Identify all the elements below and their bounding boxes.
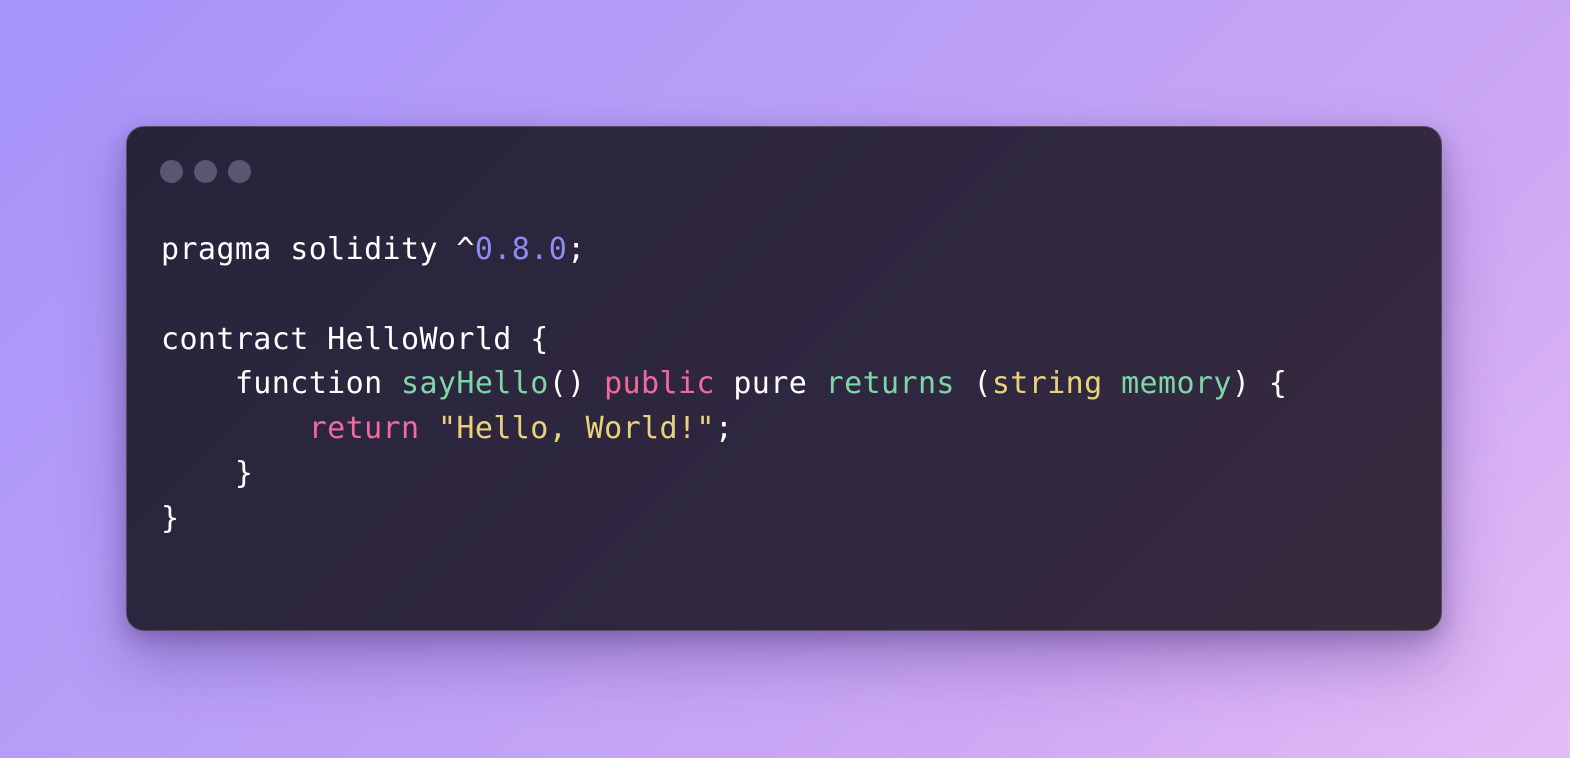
code-token-plain: } xyxy=(161,500,180,536)
code-token-func: sayHello xyxy=(401,366,549,402)
code-token-plain: ; xyxy=(714,411,734,447)
code-token-plain: () xyxy=(548,366,605,402)
code-line: contract HelloWorld { xyxy=(161,318,1287,363)
code-token-plain: ) { xyxy=(1231,366,1288,402)
code-token-plain: function xyxy=(161,366,401,402)
code-line: function sayHello() public pure returns … xyxy=(161,362,1287,407)
code-token-plain: pragma solidity ^ xyxy=(161,232,475,267)
code-token-string: "Hello, World!" xyxy=(437,411,715,447)
code-token-plain: pure xyxy=(714,366,826,402)
code-line: pragma solidity ^0.8.0; xyxy=(161,228,1287,273)
code-token-keyword: return xyxy=(308,411,420,447)
code-token-plain: contract HelloWorld { xyxy=(161,321,549,357)
code-line: } xyxy=(161,497,1287,542)
code-token-number: 0.8.0 xyxy=(474,232,568,267)
code-token-func: memory xyxy=(1121,366,1232,402)
window-dot xyxy=(194,160,217,183)
code-block: pragma solidity ^0.8.0; contract HelloWor… xyxy=(161,228,1287,542)
code-line: } xyxy=(161,452,1287,497)
window-dot xyxy=(228,160,251,183)
code-token-plain: } xyxy=(161,455,254,491)
code-token-plain: ; xyxy=(567,232,586,267)
window-controls xyxy=(160,160,251,183)
window-dot xyxy=(160,160,183,183)
code-token-plain: ( xyxy=(954,366,992,402)
code-token-keyword: public xyxy=(604,366,715,402)
code-line: return "Hello, World!"; xyxy=(161,407,1287,452)
code-token-string: string xyxy=(991,366,1103,402)
code-token-func: returns xyxy=(825,366,955,402)
code-window: pragma solidity ^0.8.0; contract HelloWor… xyxy=(126,126,1442,631)
